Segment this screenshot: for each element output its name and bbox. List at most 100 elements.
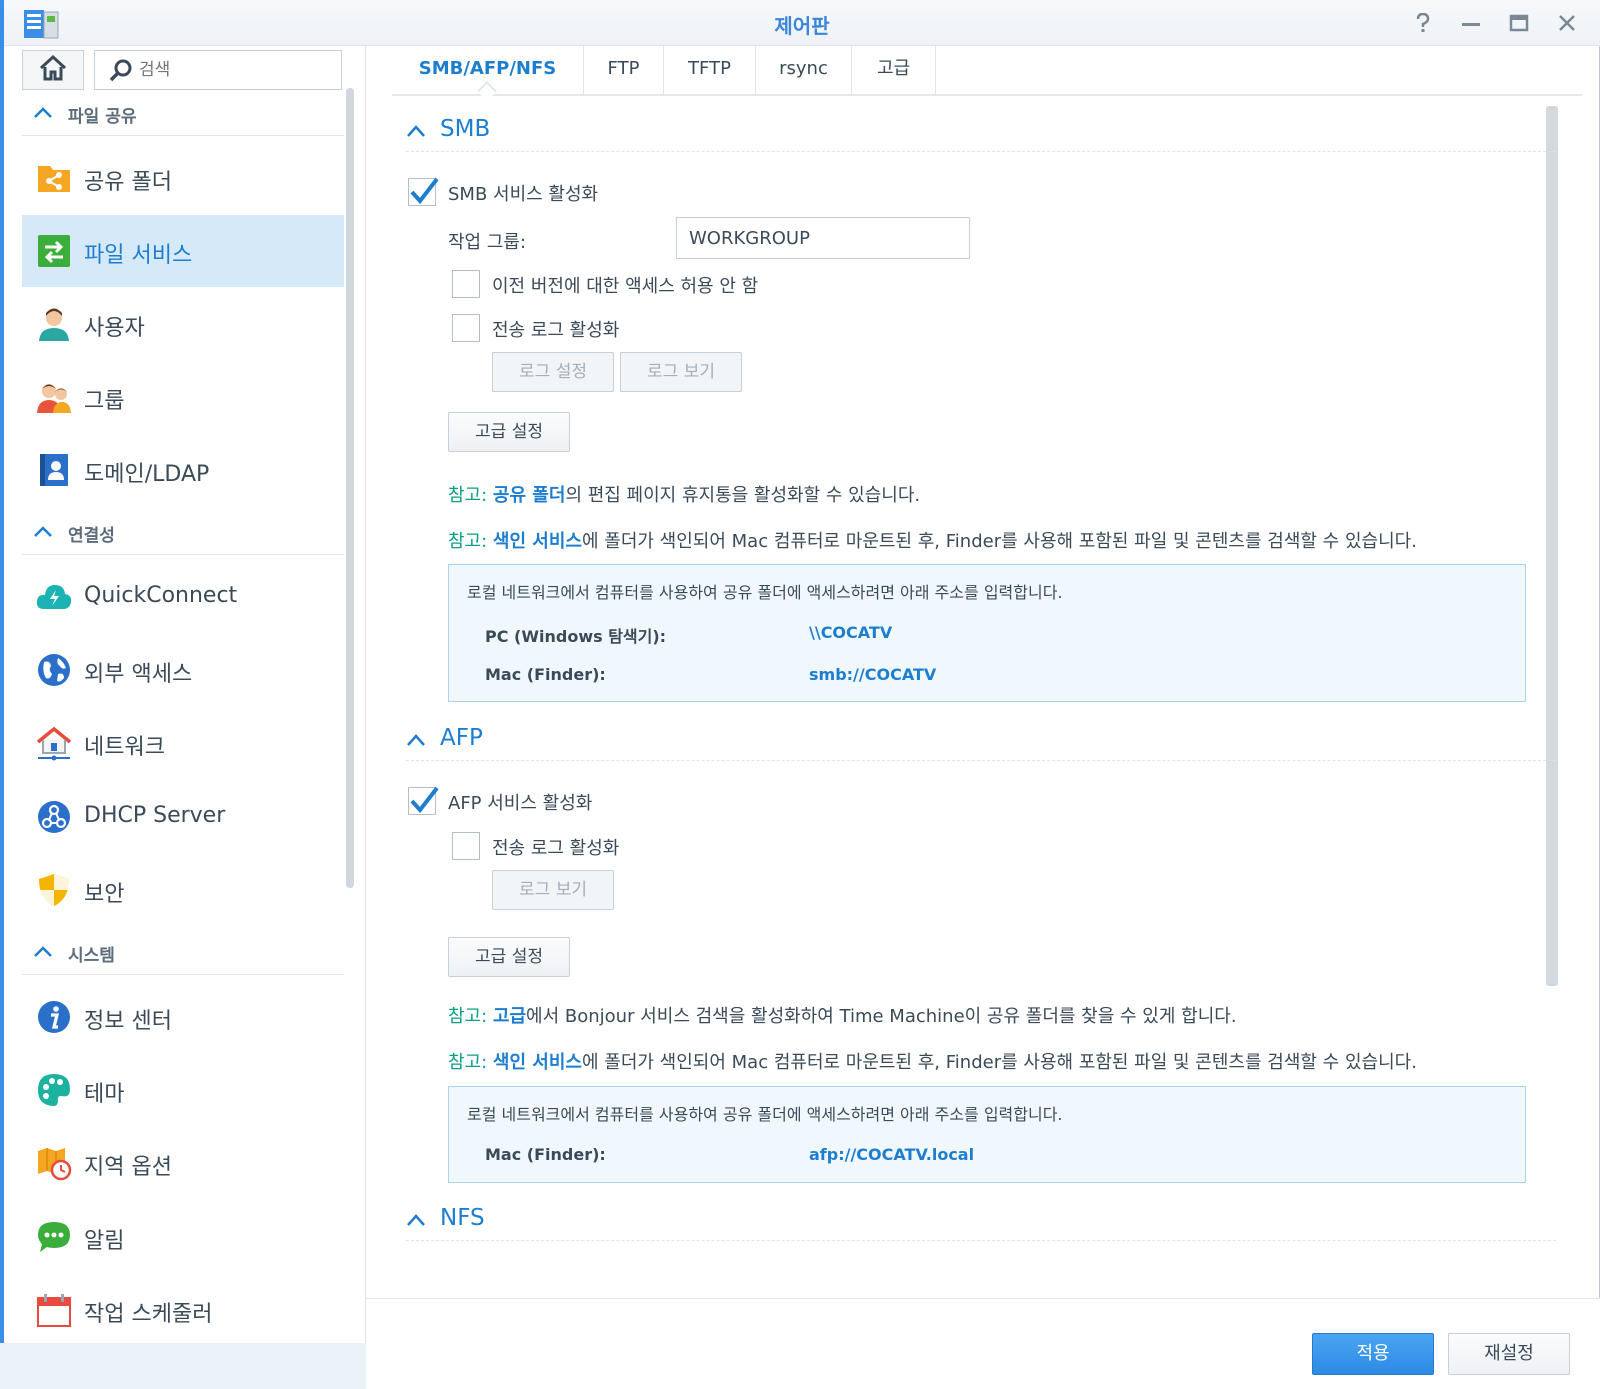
sidebar-item-external-access[interactable]: 외부 액세스 (22, 634, 344, 706)
indexing-service-link[interactable]: 색인 서비스 (493, 531, 582, 552)
reset-button[interactable]: 재설정 (1448, 1333, 1570, 1375)
main-panel: SMB/AFP/NFS FTP TFTP rsync 고급 SMB SMB 서비… (366, 46, 1600, 1389)
checkmark-icon (410, 177, 439, 205)
title-bar: 제어판 (4, 0, 1600, 46)
workgroup-label: 작업 그룹: (448, 232, 527, 253)
sidebar-item-notification[interactable]: 알림 (22, 1201, 344, 1273)
checkmark-icon (410, 786, 439, 814)
sidebar-item-group[interactable]: 그룹 (22, 361, 344, 433)
pc-address-label: PC (Windows 탐색기): (485, 627, 667, 646)
file-services-icon (36, 233, 72, 269)
tab-tftp[interactable]: TFTP (664, 46, 756, 94)
theme-palette-icon (36, 1072, 72, 1108)
afp-address-info-box: 로컬 네트워크에서 컴퓨터를 사용하여 공유 폴더에 액세스하려면 아래 주소를… (448, 1086, 1526, 1183)
sidebar-item-quickconnect[interactable]: QuickConnect (22, 561, 344, 633)
mac-address-label: Mac (Finder): (485, 1145, 606, 1164)
section-title: NFS (440, 1205, 485, 1231)
sidebar-item-file-services[interactable]: 파일 서비스 (22, 215, 344, 287)
note-prefix: 참고: (448, 531, 488, 552)
content-area: SMB SMB 서비스 활성화 작업 그룹: WORKGROUP 이전 버전에 … (366, 106, 1556, 1296)
external-access-icon (36, 652, 72, 688)
smb-address-info-box: 로컬 네트워크에서 컴퓨터를 사용하여 공유 폴더에 액세스하려면 아래 주소를… (448, 564, 1526, 702)
prev-version-label: 이전 버전에 대한 액세스 허용 안 함 (492, 276, 759, 297)
tab-ftp[interactable]: FTP (584, 46, 664, 94)
group-header-system[interactable]: 시스템 (22, 929, 344, 975)
section-header-smb[interactable]: SMB (406, 110, 1556, 152)
section-header-afp[interactable]: AFP (406, 719, 1556, 761)
maximize-icon[interactable] (1504, 8, 1534, 38)
footer-bar: 적용 재설정 (366, 1298, 1600, 1389)
sidebar-item-dhcp-server[interactable]: DHCP Server (22, 781, 344, 853)
note-prefix: 참고: (448, 485, 488, 506)
note-text: 에 폴더가 색인되어 Mac 컴퓨터로 마운트된 후, Finder를 사용해 … (582, 1052, 1417, 1073)
afp-log-view-button[interactable]: 로그 보기 (492, 870, 614, 910)
sidebar-item-label: 사용자 (84, 316, 145, 341)
section-title: SMB (440, 116, 491, 142)
tab-advanced[interactable]: 고급 (852, 46, 936, 94)
sidebar-item-label: 정보 센터 (84, 1009, 172, 1034)
note-text: 에서 Bonjour 서비스 검색을 활성화하여 Time Machine이 공… (526, 1006, 1237, 1027)
sidebar-item-regional-options[interactable]: 지역 옵션 (22, 1127, 344, 1199)
dhcp-icon (36, 799, 72, 835)
smb-advanced-settings-button[interactable]: 고급 설정 (448, 412, 570, 452)
smb-enable-checkbox[interactable] (408, 177, 439, 206)
sidebar-item-info-center[interactable]: 정보 센터 (22, 981, 344, 1053)
note-text: 에 폴더가 색인되어 Mac 컴퓨터로 마운트된 후, Finder를 사용해 … (582, 531, 1417, 552)
sidebar-item-user[interactable]: 사용자 (22, 288, 344, 360)
info-description: 로컬 네트워크에서 컴퓨터를 사용하여 공유 폴더에 액세스하려면 아래 주소를… (467, 583, 1063, 602)
afp-enable-label: AFP 서비스 활성화 (448, 793, 593, 814)
group-header-file-sharing[interactable]: 파일 공유 (22, 90, 344, 136)
regional-options-icon (36, 1145, 72, 1181)
minimize-icon[interactable] (1456, 8, 1486, 38)
indexing-service-link[interactable]: 색인 서비스 (493, 1052, 582, 1073)
sidebar-item-label: DHCP Server (84, 803, 226, 828)
afp-note-indexing: 참고: 색인 서비스에 폴더가 색인되어 Mac 컴퓨터로 마운트된 후, Fi… (448, 1048, 1417, 1074)
afp-transfer-log-checkbox[interactable] (452, 832, 480, 860)
task-scheduler-icon (36, 1292, 72, 1328)
advanced-link[interactable]: 고급 (493, 1006, 526, 1027)
sidebar-item-label: 공유 폴더 (84, 170, 172, 195)
sidebar-item-label: 보안 (84, 882, 125, 907)
note-prefix: 참고: (448, 1052, 488, 1073)
group-header-connectivity[interactable]: 연결성 (22, 509, 344, 555)
sidebar-scrollbar[interactable] (346, 88, 354, 888)
search-input[interactable] (139, 57, 329, 83)
group-label: 연결성 (68, 526, 115, 546)
smb-log-settings-button[interactable]: 로그 설정 (492, 352, 614, 392)
section-header-nfs[interactable]: NFS (406, 1199, 1556, 1241)
mac-address-value: smb://COCATV (809, 665, 937, 684)
sidebar-item-network[interactable]: 네트워크 (22, 707, 344, 779)
sidebar-item-security[interactable]: 보안 (22, 854, 344, 926)
sidebar-item-theme[interactable]: 테마 (22, 1054, 344, 1126)
search-box[interactable] (94, 50, 342, 90)
group-icon (36, 379, 72, 415)
sidebar-item-label: 작업 스케줄러 (84, 1302, 213, 1327)
prev-version-checkbox[interactable] (452, 270, 480, 298)
workgroup-input[interactable]: WORKGROUP (676, 217, 970, 259)
afp-advanced-settings-button[interactable]: 고급 설정 (448, 937, 570, 977)
sidebar-item-domain-ldap[interactable]: 도메인/LDAP (22, 434, 344, 506)
home-icon (39, 54, 67, 85)
home-button[interactable] (22, 50, 84, 90)
sidebar-item-task-scheduler[interactable]: 작업 스케줄러 (22, 1274, 344, 1343)
info-icon (36, 999, 72, 1035)
afp-enable-checkbox[interactable] (408, 786, 439, 815)
sidebar-item-label: 알림 (84, 1229, 125, 1254)
tab-rsync[interactable]: rsync (756, 46, 852, 94)
apply-button[interactable]: 적용 (1312, 1333, 1434, 1375)
group-label: 시스템 (68, 946, 115, 966)
close-icon[interactable] (1552, 8, 1582, 38)
network-icon (36, 725, 72, 761)
shared-folder-link[interactable]: 공유 폴더 (493, 485, 566, 506)
sidebar-item-label: 네트워크 (84, 735, 165, 760)
smb-note-recycle-bin: 참고: 공유 폴더의 편집 페이지 휴지통을 활성화할 수 있습니다. (448, 481, 920, 507)
mac-address-value: afp://COCATV.local (809, 1145, 975, 1164)
help-icon[interactable] (1408, 8, 1438, 38)
sidebar-item-shared-folder[interactable]: 공유 폴더 (22, 142, 344, 214)
smb-log-view-button[interactable]: 로그 보기 (620, 352, 742, 392)
smb-transfer-log-checkbox[interactable] (452, 314, 480, 342)
smb-note-indexing: 참고: 색인 서비스에 폴더가 색인되어 Mac 컴퓨터로 마운트된 후, Fi… (448, 527, 1417, 553)
afp-transfer-log-label: 전송 로그 활성화 (492, 838, 620, 859)
user-icon (36, 306, 72, 342)
tab-bar: SMB/AFP/NFS FTP TFTP rsync 고급 (392, 46, 1582, 101)
